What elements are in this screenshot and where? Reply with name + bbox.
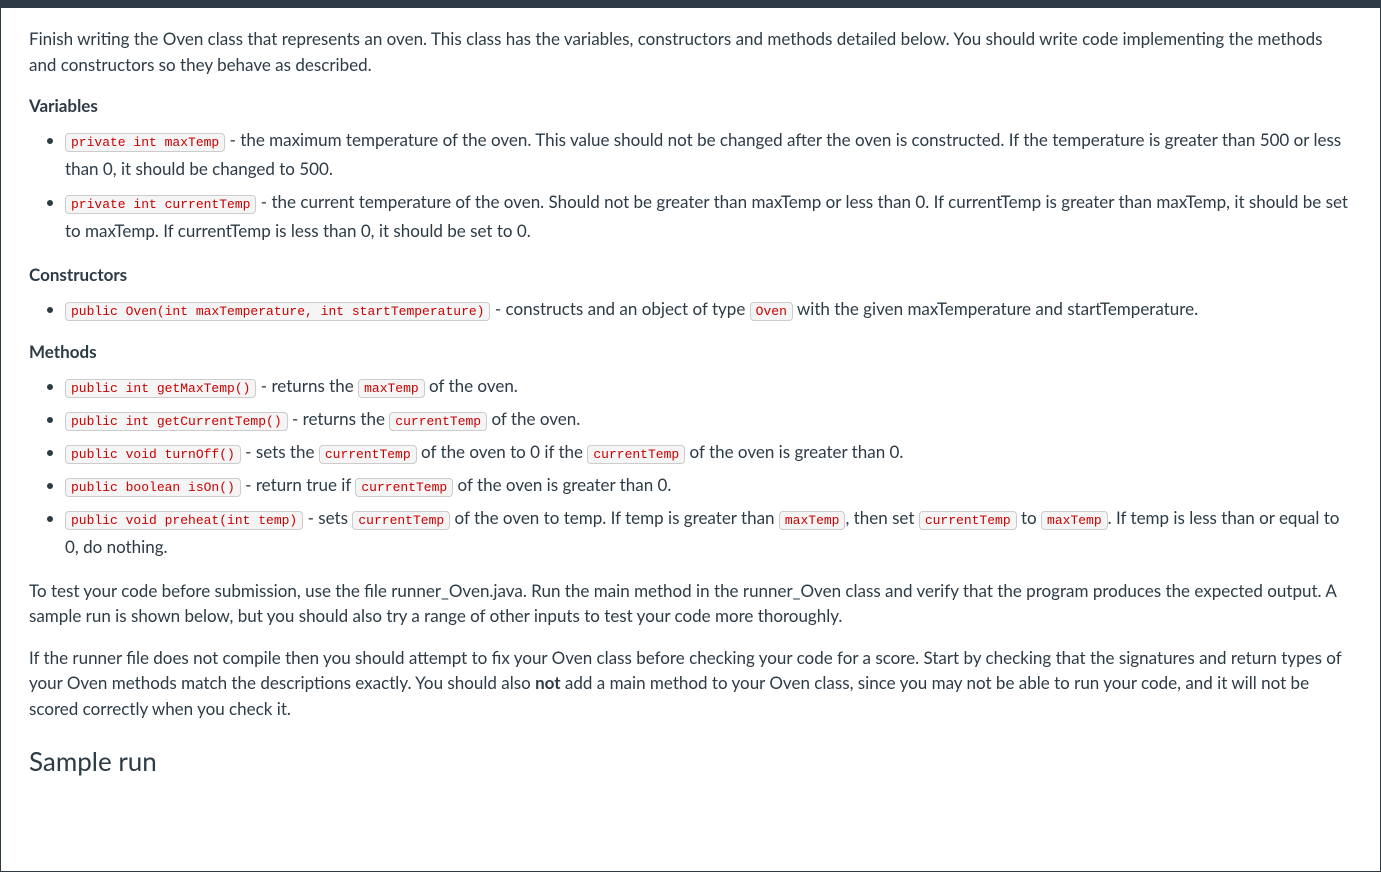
list-item-desc: - sets the	[241, 441, 319, 462]
code-token: currentTemp	[389, 412, 487, 431]
section-heading-variables: Variables	[29, 95, 1352, 116]
runner-para-bold: not	[535, 672, 561, 693]
code-token: currentTemp	[352, 511, 450, 530]
code-token: public Oven(int maxTemperature, int star…	[65, 302, 490, 321]
code-token: currentTemp	[919, 511, 1017, 530]
code-token: private int currentTemp	[65, 195, 256, 214]
runner-paragraph: If the runner file does not compile then…	[29, 645, 1352, 722]
code-token: currentTemp	[319, 445, 417, 464]
list-item: public int getMaxTemp() - returns the ma…	[65, 372, 1352, 401]
list-item-desc: , then set	[845, 507, 918, 528]
list-item: public void turnOff() - sets the current…	[65, 438, 1352, 467]
section-heading-constructors: Constructors	[29, 264, 1352, 285]
list-item-desc: with the given maxTemperature and startT…	[793, 298, 1198, 319]
list-item-desc: - constructs and an object of type	[490, 298, 749, 319]
list-item: private int currentTemp - the current te…	[65, 188, 1352, 246]
sample-run-heading: Sample run	[29, 745, 1352, 777]
top-bar	[0, 0, 1381, 8]
constructors-list: public Oven(int maxTemperature, int star…	[29, 295, 1352, 324]
code-token: currentTemp	[587, 445, 685, 464]
list-item-desc: of the oven is greater than 0.	[453, 474, 671, 495]
list-item-desc: of the oven to temp. If temp is greater …	[450, 507, 779, 528]
list-item-desc: - the current temperature of the oven. S…	[65, 191, 1348, 241]
code-token: maxTemp	[1041, 511, 1108, 530]
code-token: Oven	[750, 302, 793, 321]
list-item-desc: - return true if	[241, 474, 356, 495]
testing-paragraph: To test your code before submission, use…	[29, 578, 1352, 629]
list-item: public boolean isOn() - return true if c…	[65, 471, 1352, 500]
list-item-desc: - returns the	[256, 375, 358, 396]
code-token: private int maxTemp	[65, 133, 225, 152]
list-item-desc: to	[1017, 507, 1041, 528]
list-item-desc: of the oven.	[487, 408, 580, 429]
section-heading-methods: Methods	[29, 341, 1352, 362]
list-item-desc: of the oven is greater than 0.	[685, 441, 903, 462]
list-item-desc: of the oven.	[425, 375, 518, 396]
list-item: public Oven(int maxTemperature, int star…	[65, 295, 1352, 324]
code-token: public boolean isOn()	[65, 478, 241, 497]
code-token: public int getCurrentTemp()	[65, 412, 288, 431]
variables-list: private int maxTemp - the maximum temper…	[29, 126, 1352, 246]
list-item-desc: - sets	[303, 507, 352, 528]
list-item-desc: of the oven to 0 if the	[417, 441, 588, 462]
list-item: public void preheat(int temp) - sets cur…	[65, 504, 1352, 562]
methods-list: public int getMaxTemp() - returns the ma…	[29, 372, 1352, 561]
code-token: public void preheat(int temp)	[65, 511, 303, 530]
code-token: currentTemp	[355, 478, 453, 497]
list-item-desc: - the maximum temperature of the oven. T…	[65, 129, 1341, 179]
code-token: public void turnOff()	[65, 445, 241, 464]
list-item: private int maxTemp - the maximum temper…	[65, 126, 1352, 184]
code-token: maxTemp	[779, 511, 846, 530]
list-item-desc: - returns the	[288, 408, 390, 429]
list-item: public int getCurrentTemp() - returns th…	[65, 405, 1352, 434]
intro-paragraph: Finish writing the Oven class that repre…	[29, 26, 1352, 77]
code-token: public int getMaxTemp()	[65, 379, 256, 398]
content-frame: Finish writing the Oven class that repre…	[0, 8, 1381, 872]
code-token: maxTemp	[358, 379, 425, 398]
